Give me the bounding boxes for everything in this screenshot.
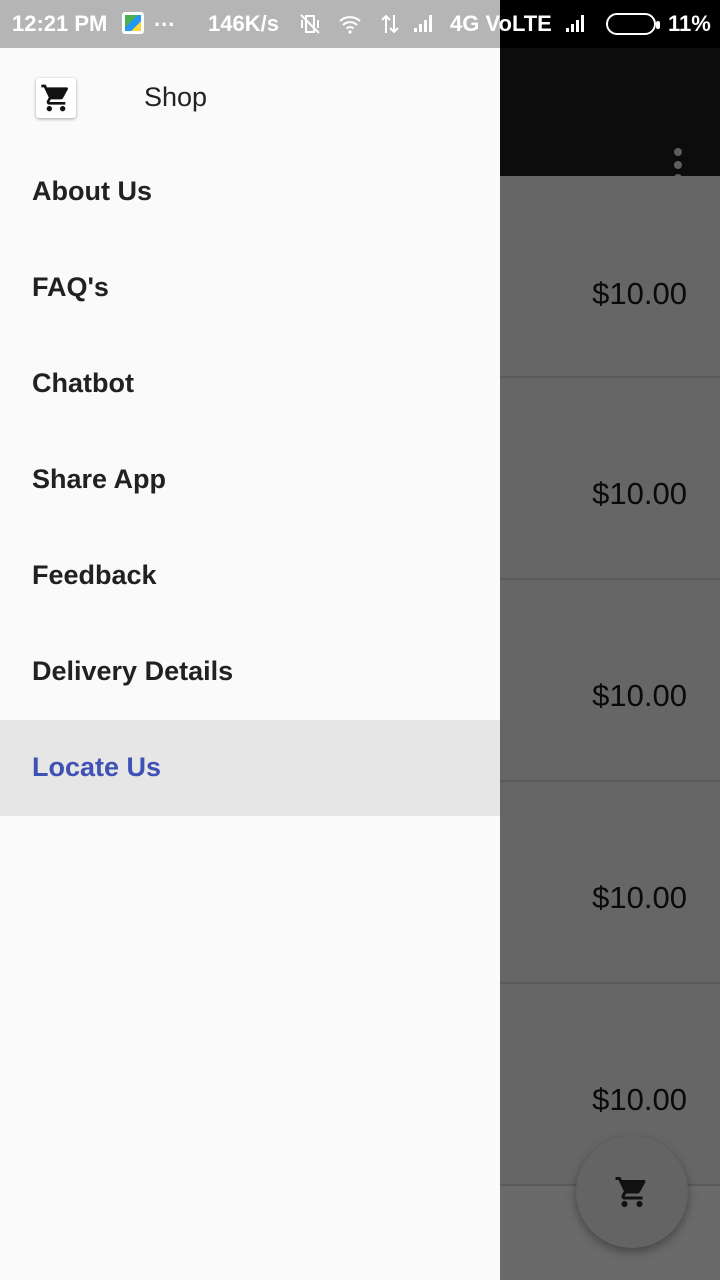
menu-item-label: Share App — [32, 464, 167, 494]
menu-item-feedback[interactable]: Feedback — [0, 528, 500, 624]
navigation-drawer: Shop About Us FAQ's Chatbot Share App Fe… — [0, 48, 500, 1280]
status-more: ... — [154, 6, 176, 31]
status-time: 12:21 PM — [12, 11, 108, 36]
maps-icon — [122, 12, 144, 34]
drawer-header: Shop — [0, 48, 500, 144]
menu-item-label: Delivery Details — [32, 656, 234, 686]
drawer-title: Shop — [144, 82, 208, 112]
network-speed: 146K/s — [208, 11, 279, 36]
menu-item-label: Locate Us — [32, 752, 162, 782]
menu-item-locate-us[interactable]: Locate Us — [0, 720, 500, 816]
shopping-cart-icon — [41, 84, 69, 112]
product-price: $10.00 — [592, 1082, 687, 1117]
network-type: 4G VoLTE — [450, 11, 552, 36]
product-price: $10.00 — [592, 678, 687, 713]
wifi-icon — [339, 16, 361, 34]
shopping-cart-icon — [36, 78, 76, 118]
shopping-cart-icon — [615, 1177, 646, 1207]
battery-level: 11% — [668, 11, 711, 36]
vibrate-off-icon — [300, 14, 320, 34]
product-price: $10.00 — [592, 276, 687, 311]
signal-icon — [414, 15, 432, 32]
cart-fab-button[interactable] — [576, 1136, 688, 1248]
menu-item-delivery-details[interactable]: Delivery Details — [0, 624, 500, 720]
menu-item-label: About Us — [32, 176, 152, 206]
signal-icon — [566, 15, 584, 32]
menu-item-label: Chatbot — [32, 368, 134, 398]
menu-item-about-us[interactable]: About Us — [0, 144, 500, 240]
menu-item-chatbot[interactable]: Chatbot — [0, 336, 500, 432]
battery-icon — [606, 13, 660, 35]
menu-item-label: Feedback — [32, 560, 157, 590]
menu-item-label: FAQ's — [32, 272, 109, 302]
menu-item-faqs[interactable]: FAQ's — [0, 240, 500, 336]
status-bar: 12:21 PM ... 146K/s 4G VoLTE 11% — [0, 0, 720, 48]
product-price: $10.00 — [592, 476, 687, 511]
menu-item-share-app[interactable]: Share App — [0, 432, 500, 528]
product-price: $10.00 — [592, 880, 687, 915]
data-transfer-icon — [381, 14, 399, 34]
